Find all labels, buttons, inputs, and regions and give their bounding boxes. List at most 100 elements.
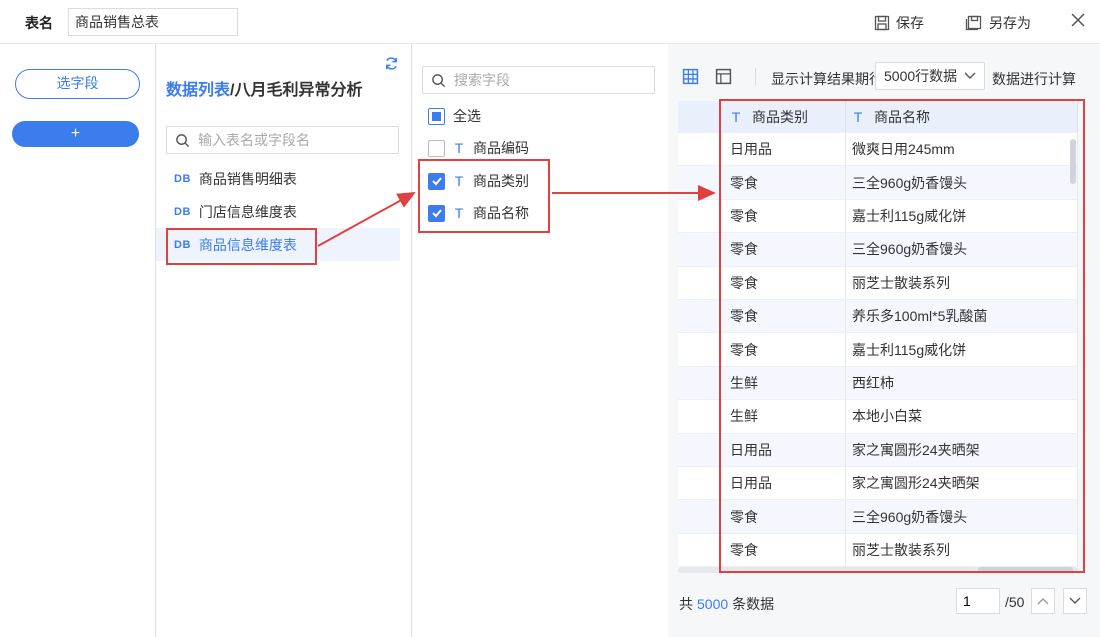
table-row[interactable]: 生鲜 本地小白菜	[678, 400, 1078, 434]
cell-category: 日用品	[720, 133, 846, 166]
record-count-prefix: 共	[679, 596, 693, 612]
row-spacer	[678, 166, 720, 199]
chevron-down-icon	[1069, 597, 1081, 604]
table-row[interactable]: 日用品 家之寓圆形24夹晒架	[678, 467, 1078, 501]
table-row[interactable]: 日用品 微爽日用245mm	[678, 133, 1078, 167]
detail-view-button[interactable]	[715, 68, 732, 88]
save-as-button[interactable]: 另存为	[965, 13, 1031, 33]
next-page-button[interactable]	[1063, 588, 1087, 614]
grid-view-button[interactable]	[682, 68, 699, 88]
cell-category: 零食	[720, 500, 846, 533]
select-all-checkbox[interactable]: 全选	[428, 104, 481, 128]
cell-product-name: 三全960g奶香馒头	[846, 233, 1078, 266]
column-header-name[interactable]: T 商品名称	[846, 101, 1078, 133]
cell-product-name: 家之寓圆形24夹晒架	[846, 467, 1078, 500]
chevron-down-icon	[964, 72, 976, 79]
cell-product-name: 家之寓圆形24夹晒架	[846, 433, 1078, 466]
row-spacer	[678, 266, 720, 299]
page-number-input[interactable]	[956, 588, 1000, 614]
prev-page-button[interactable]	[1031, 588, 1055, 614]
row-spacer	[678, 433, 720, 466]
cell-product-name: 三全960g奶香馒头	[846, 500, 1078, 533]
table-name-input[interactable]	[68, 8, 238, 36]
record-count: 共 5000 条数据	[679, 594, 774, 614]
refresh-button[interactable]	[384, 56, 399, 74]
save-button[interactable]: 保存	[874, 13, 924, 33]
field-item-product-code[interactable]: T 商品编码	[428, 136, 529, 160]
breadcrumb: 数据列表/八月毛利异常分析	[166, 76, 362, 100]
record-count-suffix: 条数据	[732, 596, 775, 612]
checkbox-partial-icon	[428, 107, 445, 125]
table-row[interactable]: 生鲜 西红柿	[678, 366, 1078, 401]
field-search-input[interactable]: 搜索字段	[422, 66, 655, 94]
table-row[interactable]: 零食 嘉士利115g威化饼	[678, 333, 1078, 367]
close-icon	[1071, 13, 1085, 27]
cell-product-name: 丽芝士散装系列	[846, 533, 1078, 567]
row-count-value: 5000行数据	[884, 68, 958, 84]
header-spacer	[678, 101, 720, 133]
select-field-button[interactable]: 选字段	[15, 69, 140, 99]
field-item-product-name[interactable]: T 商品名称	[428, 201, 529, 225]
cell-product-name: 嘉士利115g威化饼	[846, 333, 1078, 366]
table-row[interactable]: 零食 三全960g奶香馒头	[678, 500, 1078, 534]
chevron-up-icon	[1037, 598, 1049, 605]
top-bar: 表名 保存 另存为	[0, 0, 1100, 44]
row-spacer	[678, 333, 720, 366]
refresh-icon	[386, 57, 397, 70]
table-item-label: 门店信息维度表	[198, 203, 297, 220]
cell-category: 生鲜	[720, 400, 846, 433]
cell-category: 零食	[720, 199, 846, 233]
vertical-scrollbar[interactable]	[1070, 139, 1076, 184]
grid-view-icon	[682, 68, 699, 85]
field-item-product-category[interactable]: T 商品类别	[428, 169, 529, 193]
table-row[interactable]: 零食 三全960g奶香馒头	[678, 166, 1078, 200]
table-row[interactable]: 零食 三全960g奶香馒头	[678, 233, 1078, 267]
row-spacer	[678, 533, 720, 567]
db-icon: DB	[174, 172, 191, 185]
show-result-label: 显示计算结果	[771, 71, 855, 87]
after-label: 数据进行计算	[992, 71, 1076, 87]
table-row[interactable]: 零食 嘉士利115g威化饼	[678, 199, 1078, 234]
add-step-button[interactable]: +	[12, 121, 139, 147]
record-count-number: 5000	[697, 596, 729, 612]
field-label: 商品编码	[473, 140, 529, 156]
breadcrumb-current: /八月毛利异常分析	[230, 82, 363, 99]
cell-category: 日用品	[720, 433, 846, 466]
table-item-sales-detail[interactable]: DB 商品销售明细表	[156, 162, 400, 195]
cell-product-name: 丽芝士散装系列	[846, 266, 1078, 299]
cell-category: 零食	[720, 233, 846, 266]
close-button[interactable]	[1070, 12, 1086, 31]
row-spacer	[678, 133, 720, 166]
field-list-panel: 搜索字段 全选 T 商品编码 T 商品类别 T 商品名称	[412, 44, 668, 637]
cell-category: 零食	[720, 166, 846, 199]
page-total: /50	[1005, 594, 1025, 610]
table-row[interactable]: 零食 丽芝士散装系列	[678, 266, 1078, 300]
cell-product-name: 养乐多100ml*5乳酸菌	[846, 300, 1078, 333]
checkbox-icon	[428, 139, 445, 157]
column-header-label: 商品类别	[752, 109, 808, 125]
row-count-select[interactable]: 5000行数据	[875, 62, 985, 90]
horizontal-scrollbar[interactable]	[978, 567, 1073, 573]
layout-view-icon	[715, 68, 732, 85]
table-search-placeholder: 输入表名或字段名	[198, 132, 310, 148]
field-label: 商品名称	[473, 205, 529, 221]
table-item-label: 商品信息维度表	[198, 236, 297, 253]
cell-category: 零食	[720, 533, 846, 567]
table-search-input[interactable]: 输入表名或字段名	[166, 126, 399, 154]
cell-product-name: 西红柿	[846, 366, 1078, 400]
table-row[interactable]: 日用品 家之寓圆形24夹晒架	[678, 433, 1078, 467]
cell-product-name: 嘉士利115g威化饼	[846, 199, 1078, 233]
table-row[interactable]: 零食 养乐多100ml*5乳酸菌	[678, 300, 1078, 334]
column-header-category[interactable]: T 商品类别	[720, 101, 846, 133]
text-type-icon: T	[731, 109, 741, 125]
table-item-store-dim[interactable]: DB 门店信息维度表	[156, 195, 400, 228]
breadcrumb-root[interactable]: 数据列表	[166, 82, 230, 99]
checkbox-checked-icon	[428, 172, 445, 190]
checkbox-checked-icon	[428, 204, 445, 222]
table-row[interactable]: 零食 丽芝士散装系列	[678, 533, 1078, 568]
table-item-product-dim[interactable]: DB 商品信息维度表	[156, 228, 400, 261]
search-icon	[176, 133, 190, 147]
text-type-icon: T	[454, 140, 464, 156]
cell-product-name: 本地小白菜	[846, 400, 1078, 433]
preview-table: T 商品类别 T 商品名称 日用品 微爽日用245mm 零食 三全960g奶香馒头 零食…	[678, 101, 1078, 571]
